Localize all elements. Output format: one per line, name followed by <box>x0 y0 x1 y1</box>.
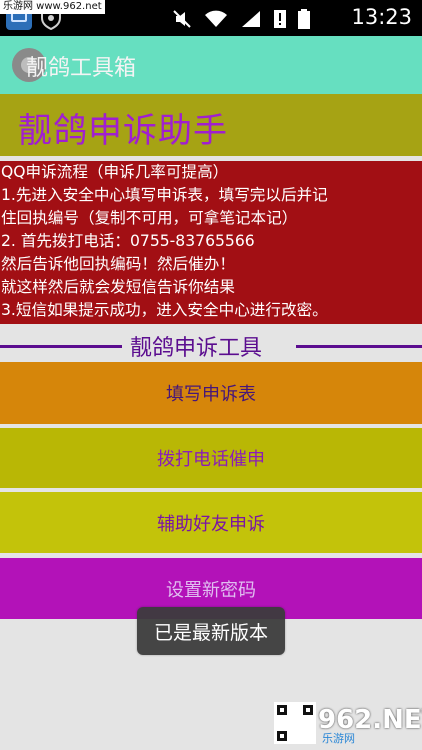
action-bar: 靓鸽工具箱 <box>0 36 422 94</box>
banner-title: 靓鸽申诉助手 <box>18 111 228 151</box>
header-banner: 靓鸽申诉助手 <box>0 94 422 156</box>
battery-icon <box>298 9 310 33</box>
site-watermark: 乐游网 www.962.net <box>0 0 105 14</box>
signal-icon <box>240 10 262 32</box>
toast-message: 已是最新版本 <box>137 607 285 655</box>
alert-icon <box>274 10 286 32</box>
instruction-line: 住回执编号（复制不可用，可拿笔记本记） <box>1 209 298 227</box>
instruction-line: 3.短信如果提示成功，进入安全中心进行改密。 <box>1 301 328 319</box>
wifi-icon <box>204 10 228 32</box>
divider-rule-left <box>0 345 122 348</box>
divider-rule-right <box>296 345 422 348</box>
section-divider: 靓鸽申诉工具 <box>0 330 422 364</box>
instructions-panel: QQ申诉流程（申诉几率可提高） 1.先进入安全中心填写申诉表，填写完以后并记 住… <box>0 161 422 324</box>
friend-assist-appeal-button[interactable]: 辅助好友申诉 <box>0 492 422 553</box>
instruction-line: 就这样然后就会发短信告诉你结果 <box>1 278 235 296</box>
instruction-line: 1.先进入安全中心填写申诉表，填写完以后并记 <box>1 186 328 204</box>
fill-appeal-form-button[interactable]: 填写申诉表 <box>0 362 422 424</box>
instruction-line: QQ申诉流程（申诉几率可提高） <box>1 163 229 181</box>
instruction-line: 然后告诉他回执编码！然后催办！ <box>1 255 235 273</box>
watermark-subtitle: 乐游网 <box>322 732 355 745</box>
qr-code-icon <box>274 702 316 744</box>
section-title: 靓鸽申诉工具 <box>130 336 263 361</box>
app-title: 靓鸽工具箱 <box>26 56 137 81</box>
status-time: 13:23 <box>351 5 412 29</box>
call-urge-button[interactable]: 拨打电话催申 <box>0 428 422 488</box>
instruction-line: 2. 首先拨打电话：0755-83765566 <box>1 232 255 250</box>
mute-icon <box>172 9 192 33</box>
